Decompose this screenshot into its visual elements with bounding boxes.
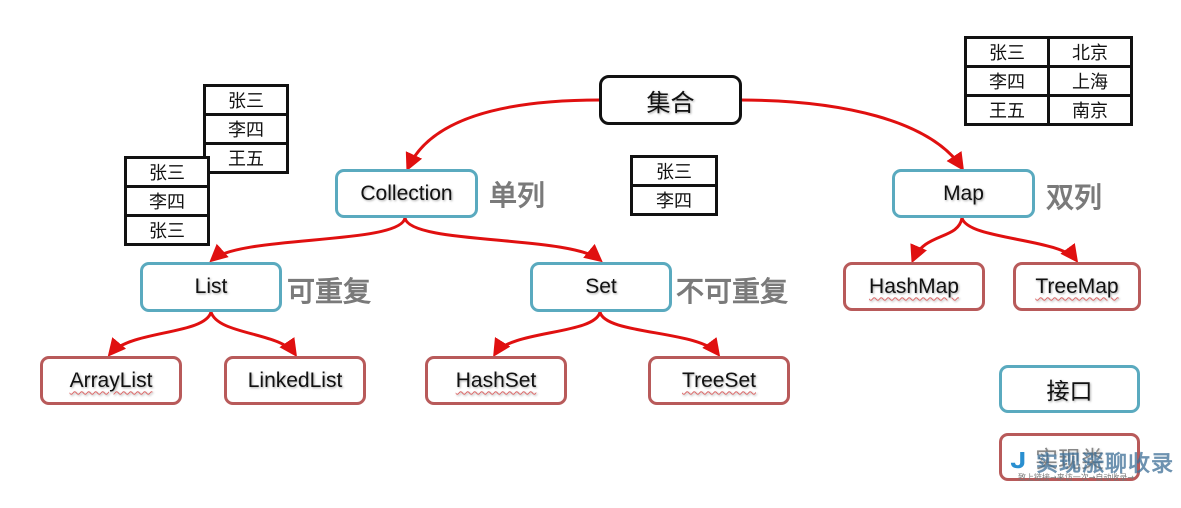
legend-interface: 接口	[999, 365, 1140, 413]
collection-tag: 单列	[489, 179, 546, 212]
edge-map-treemap	[960, 217, 1079, 263]
list-label: List	[194, 275, 228, 298]
hashset-node: HashSet	[425, 356, 567, 405]
table-cell-key: 王五	[964, 94, 1050, 126]
legend-implementation: 实现类	[999, 433, 1140, 481]
map-example-table: 张三 北京 李四 上海 王五 南京	[964, 36, 1133, 126]
table-row: 张三	[124, 156, 210, 188]
table-row: 李四 上海	[964, 65, 1133, 97]
edge-list-arraylist	[107, 311, 213, 357]
table-cell-key: 李四	[964, 65, 1050, 97]
table-cell: 李四	[124, 185, 210, 217]
edge-root-map	[739, 98, 965, 171]
edge-map-hashmap	[910, 217, 964, 264]
table-row: 张三	[124, 214, 210, 246]
root-node: 集合	[599, 75, 742, 125]
edge-collection-set	[403, 217, 603, 263]
set-example-table: 张三 李四	[630, 155, 718, 216]
list-example-table-front: 张三 李四 张三	[124, 156, 210, 246]
table-row: 张三	[630, 155, 718, 187]
linkedlist-label: LinkedList	[247, 368, 343, 392]
set-label: Set	[585, 275, 617, 298]
treeset-label: TreeSet	[682, 368, 756, 392]
linkedlist-node: LinkedList	[224, 356, 366, 405]
table-row: 李四	[203, 113, 289, 145]
table-cell: 李四	[203, 113, 289, 145]
legend-interface-label: 接口	[1046, 378, 1093, 404]
edge-collection-list	[209, 217, 407, 263]
table-cell: 李四	[630, 184, 718, 216]
table-row: 张三	[203, 84, 289, 116]
table-cell: 张三	[630, 155, 718, 187]
table-row: 王五	[203, 142, 289, 174]
table-row: 张三 北京	[964, 36, 1133, 68]
table-cell: 张三	[203, 84, 289, 116]
hashmap-label: HashMap	[869, 274, 959, 298]
table-row: 李四	[630, 184, 718, 216]
map-label: Map	[943, 181, 984, 205]
edge-root-collection	[405, 98, 601, 172]
table-cell-value: 北京	[1047, 36, 1133, 68]
hashmap-node: HashMap	[843, 262, 985, 311]
collection-node: Collection	[335, 169, 478, 218]
legend-implementation-label: 实现类	[1035, 446, 1104, 472]
set-node: Set	[530, 262, 672, 312]
table-cell-key: 张三	[964, 36, 1050, 68]
table-cell: 张三	[124, 214, 210, 246]
table-row: 李四	[124, 185, 210, 217]
table-cell-value: 南京	[1047, 94, 1133, 126]
root-label: 集合	[646, 89, 695, 117]
edge-set-treeset	[598, 311, 721, 357]
set-tag: 不可重复	[676, 275, 789, 308]
edge-set-hashset	[493, 311, 602, 358]
collection-label: Collection	[360, 181, 453, 205]
table-row: 王五 南京	[964, 94, 1133, 126]
edge-list-linkedlist	[209, 311, 298, 357]
hashset-label: HashSet	[455, 368, 537, 392]
map-node: Map	[892, 169, 1035, 218]
treemap-node: TreeMap	[1013, 262, 1141, 311]
map-tag: 双列	[1046, 181, 1103, 214]
list-example-table-back: 张三 李四 王五	[203, 84, 289, 174]
table-cell-value: 上海	[1047, 65, 1133, 97]
treeset-node: TreeSet	[648, 356, 790, 405]
table-cell: 张三	[124, 156, 210, 188]
arraylist-node: ArrayList	[40, 356, 182, 405]
table-cell: 王五	[203, 142, 289, 174]
list-node: List	[140, 262, 282, 312]
list-tag: 可重复	[287, 275, 372, 308]
treemap-label: TreeMap	[1035, 274, 1119, 298]
arraylist-label: ArrayList	[69, 368, 153, 392]
